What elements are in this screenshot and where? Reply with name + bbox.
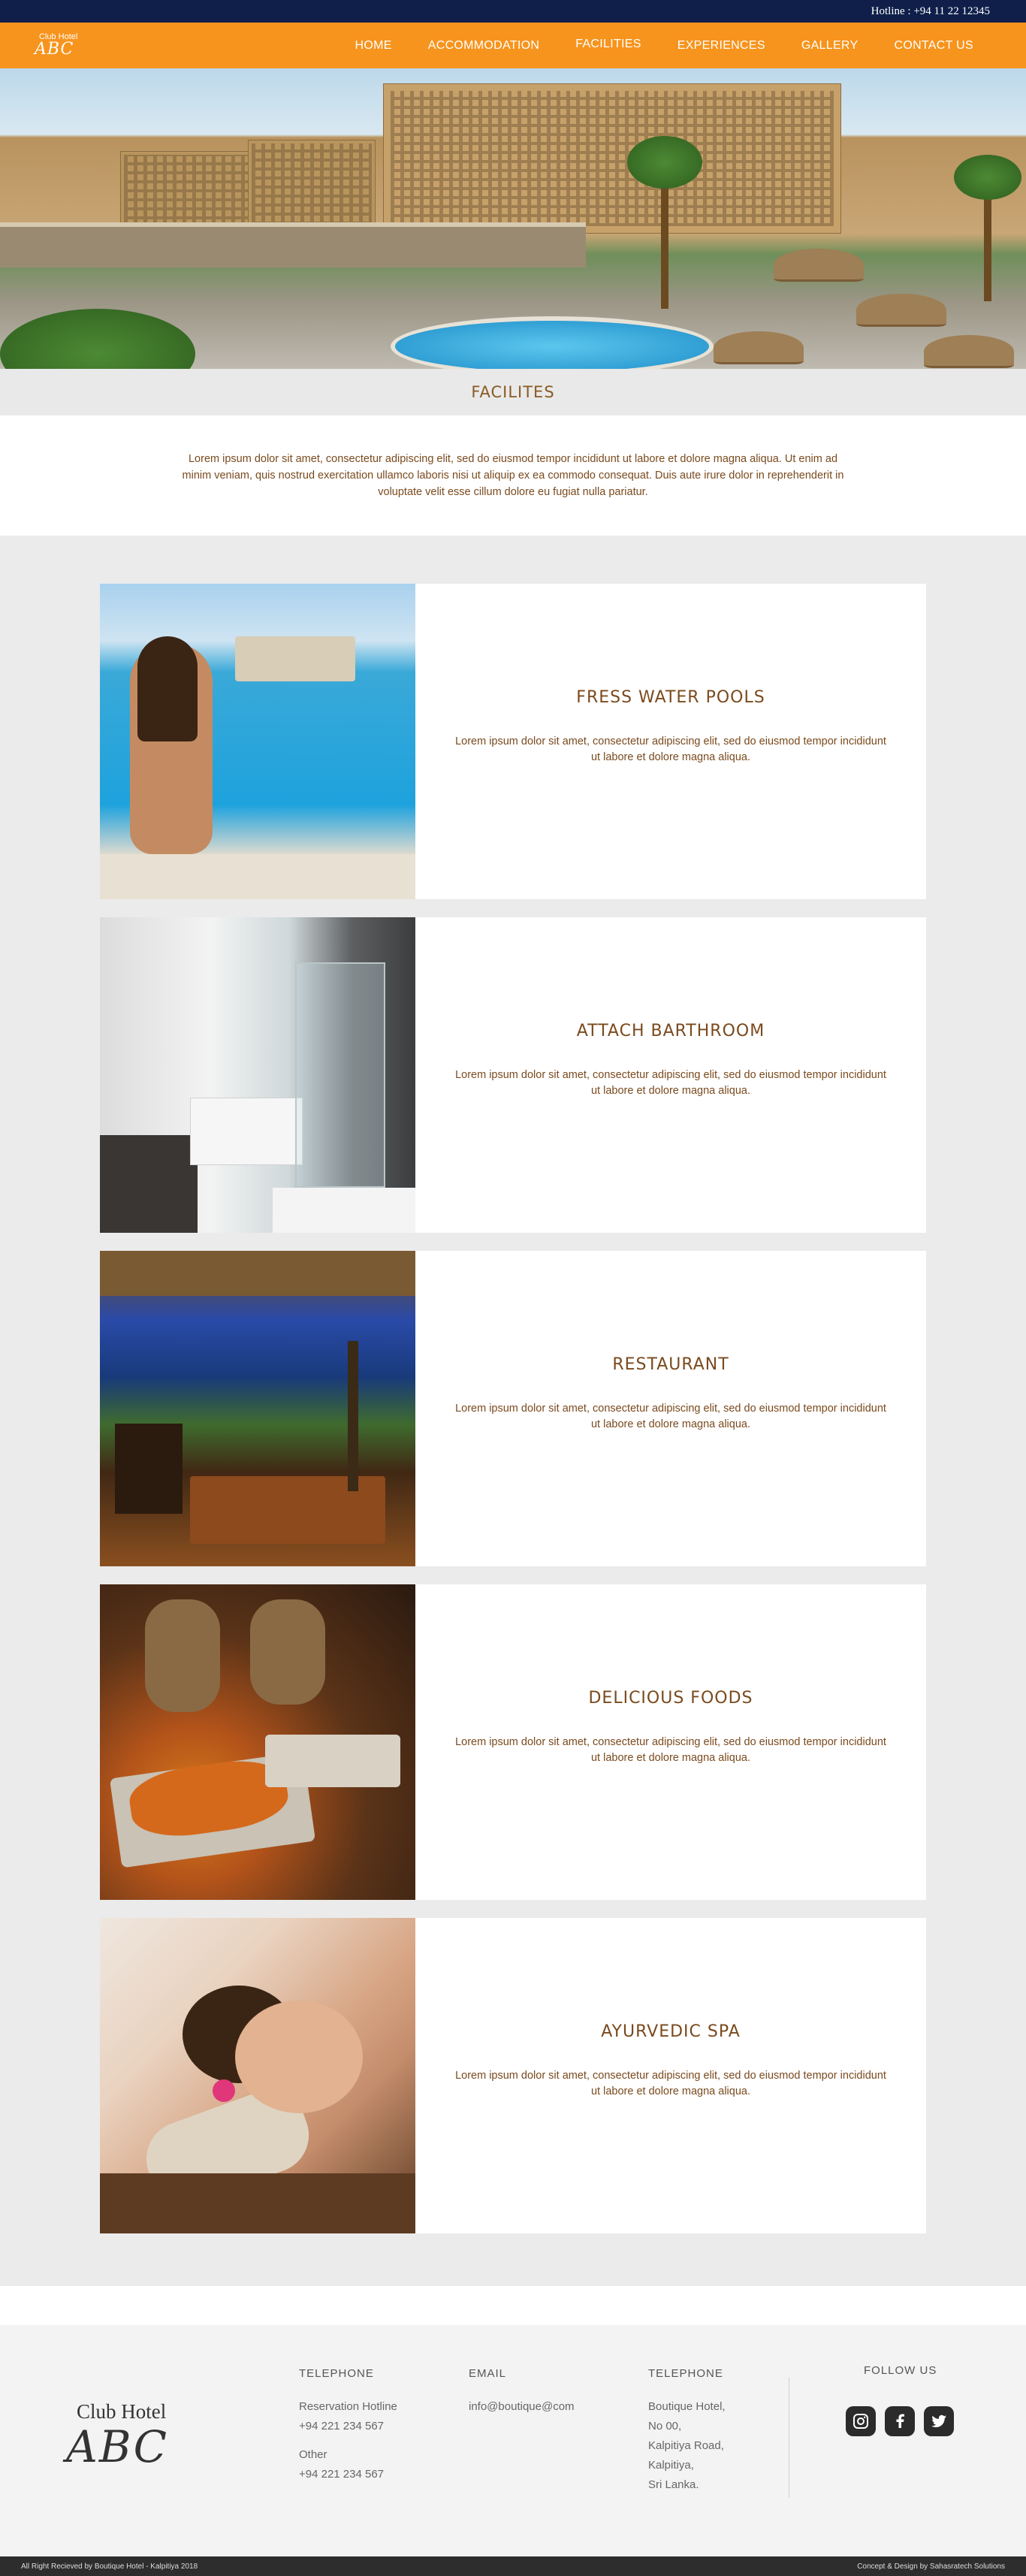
other-label: Other [299, 2448, 327, 2461]
feature-description: Lorem ipsum dolor sit amet, consectetur … [455, 1735, 886, 1764]
pool-photo [100, 584, 415, 899]
instagram-icon[interactable] [846, 2406, 876, 2436]
feature-card-pools: FRESS WATER POOLS Lorem ipsum dolor sit … [100, 584, 926, 899]
address-line: Boutique Hotel, [648, 2400, 726, 2413]
nav-contact-us[interactable]: CONTACT US [876, 39, 991, 53]
feature-title: RESTAURANT [612, 1354, 729, 1374]
feature-title: ATTACH BARTHROOM [576, 1021, 765, 1040]
feature-title: DELICIOUS FOODS [588, 1688, 753, 1708]
nav-gallery[interactable]: GALLERY [783, 39, 877, 53]
address-line: Sri Lanka. [648, 2478, 699, 2491]
hotline-text: Hotline : +94 11 22 12345 [871, 5, 990, 17]
feature-title: FRESS WATER POOLS [576, 687, 765, 707]
feature-text: AYURVEDIC SPA Lorem ipsum dolor sit amet… [415, 1918, 926, 2233]
address-line: No 00, [648, 2420, 682, 2433]
twitter-icon[interactable] [924, 2406, 954, 2436]
feature-card-foods: DELICIOUS FOODS Lorem ipsum dolor sit am… [100, 1584, 926, 1900]
bottom-bar: All Right Recieved by Boutique Hotel - K… [0, 2556, 1026, 2576]
footer-address-column: TELEPHONE Boutique Hotel, No 00, Kalpiti… [648, 2364, 726, 2495]
intro-text: Lorem ipsum dolor sit amet, consectetur … [182, 453, 844, 498]
reservation-number[interactable]: +94 221 234 567 [299, 2417, 397, 2436]
bathroom-photo [100, 917, 415, 1233]
feature-text: RESTAURANT Lorem ipsum dolor sit amet, c… [415, 1251, 926, 1566]
facebook-icon[interactable] [885, 2406, 915, 2436]
footer-logo[interactable]: Club Hotel ABC [66, 2400, 168, 2469]
nav-facilities[interactable]: FACILITIES [557, 38, 659, 51]
features-list: FRESS WATER POOLS Lorem ipsum dolor sit … [0, 536, 1026, 2286]
food-photo [100, 1584, 415, 1900]
nav-experiences[interactable]: EXPERIENCES [659, 39, 783, 53]
restaurant-photo [100, 1251, 415, 1566]
nav-accommodation[interactable]: ACCOMMODATION [410, 39, 558, 53]
feature-text: ATTACH BARTHROOM Lorem ipsum dolor sit a… [415, 917, 926, 1233]
footer-email-column: EMAIL info@boutique@com [469, 2364, 575, 2417]
footer-email-address[interactable]: info@boutique@com [469, 2397, 575, 2417]
address-line: Kalpitiya Road, [648, 2439, 724, 2452]
feature-description: Lorem ipsum dolor sit amet, consectetur … [455, 2069, 886, 2097]
top-hotline-bar: Hotline : +94 11 22 12345 [0, 0, 1026, 23]
feature-card-bathroom: ATTACH BARTHROOM Lorem ipsum dolor sit a… [100, 917, 926, 1233]
feature-description: Lorem ipsum dolor sit amet, consectetur … [455, 735, 886, 763]
address-line: Kalpitiya, [648, 2459, 694, 2472]
feature-title: AYURVEDIC SPA [601, 2022, 741, 2041]
footer-telephone-heading: TELEPHONE [299, 2367, 374, 2380]
feature-text: FRESS WATER POOLS Lorem ipsum dolor sit … [415, 584, 926, 899]
footer-telephone-column: TELEPHONE Reservation Hotline +94 221 23… [299, 2364, 397, 2484]
spa-photo [100, 1918, 415, 2233]
other-number[interactable]: +94 221 234 567 [299, 2465, 397, 2484]
reservation-label: Reservation Hotline [299, 2400, 397, 2413]
footer-logo-line2: ABC [66, 2421, 168, 2472]
nav-home[interactable]: HOME [337, 39, 410, 53]
feature-description: Lorem ipsum dolor sit amet, consectetur … [455, 1068, 886, 1097]
footer-address-heading: TELEPHONE [648, 2367, 723, 2380]
footer-logo-line1: Club Hotel [77, 2400, 167, 2423]
hero-hotel-photo [0, 68, 1026, 369]
page-title: FACILITES [0, 369, 1026, 415]
logo-line2: ABC [35, 40, 74, 59]
feature-card-spa: AYURVEDIC SPA Lorem ipsum dolor sit amet… [100, 1918, 926, 2233]
footer: Club Hotel ABC TELEPHONE Reservation Hot… [0, 2325, 1026, 2556]
footer-email-heading: EMAIL [469, 2367, 507, 2380]
feature-description: Lorem ipsum dolor sit amet, consectetur … [455, 1402, 886, 1430]
follow-us-heading: FOLLOW US [864, 2364, 937, 2377]
credit-text[interactable]: Concept & Design by Sahasratech Solution… [857, 2562, 1005, 2571]
feature-card-restaurant: RESTAURANT Lorem ipsum dolor sit amet, c… [100, 1251, 926, 1566]
social-links [846, 2406, 954, 2436]
feature-text: DELICIOUS FOODS Lorem ipsum dolor sit am… [415, 1584, 926, 1900]
copyright-text: All Right Recieved by Boutique Hotel - K… [21, 2562, 198, 2571]
nav-menu: HOME ACCOMMODATION FACILITIES EXPERIENCE… [337, 38, 991, 53]
intro-section: Lorem ipsum dolor sit amet, consectetur … [0, 415, 1026, 536]
site-logo[interactable]: Club Hotel ABC [35, 33, 77, 58]
main-navbar: Club Hotel ABC HOME ACCOMMODATION FACILI… [0, 23, 1026, 68]
